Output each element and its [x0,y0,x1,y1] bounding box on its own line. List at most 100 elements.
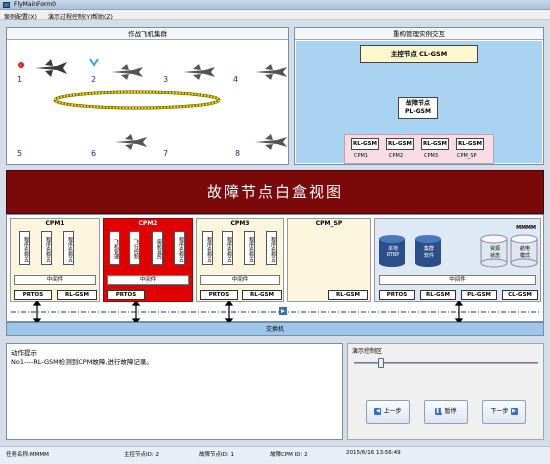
pl-gsm-box: PL-GSM [461,290,497,300]
jet-icon [115,134,147,150]
formation-canvas: ! [18,58,287,150]
db-label: 本地 RTBP [386,246,400,258]
cpm2-node: CPM2 飞机管理 飞行控制 座舱显控 程序名称五 中间件 PRTOS [103,218,193,302]
plane-number: 1 [17,75,23,84]
menu-help[interactable]: 帮助(Z) [92,12,113,21]
status-fault-cpm: 故障CPM ID: 2 [270,452,308,458]
status-master: 主控节点ID: 2 [124,452,159,458]
plane-number: 3 [163,75,169,84]
middleware-box: 中间件 [379,275,536,285]
prtos-box: PRTOS [14,290,52,300]
middleware-box: 中间件 [14,275,96,285]
fault-node-label: 故障节点 [405,100,430,107]
next-step-label: 下一步 [490,408,509,415]
prtos-box: PRTOS [379,290,415,300]
pause-button[interactable]: ❚❚暂停 [424,400,468,424]
app-box: 程序名称五 [222,231,233,265]
app-box: 程序名称五 [244,231,255,265]
fault-node-id: PL-GSM [405,108,431,115]
rl-gsm-box: RL-GSM [456,138,484,150]
db-label: 资源 状态 [489,246,500,259]
network-links [11,301,541,323]
reconfig-area: 主控节点 CL-GSM 故障节点 PL-GSM RL-GSM RL-GSM RL… [296,41,542,164]
master-cpm-node: MMMM 本地 RTBP 集群 软件 资源 状态 航电 模式 中间件 PRTOS… [374,218,541,302]
rl-gsm-box: RL-GSM [421,138,449,150]
rl-gsm-box: RL-GSM [420,290,456,300]
cpm-label: CPM3 [424,153,439,159]
cpm-label: CPM2 [389,153,404,159]
plane-number: 7 [163,149,169,158]
jet-icon [35,59,67,77]
status-task: 任务名称:MMMM [6,452,49,458]
whitebox-banner: 故障节点白盒视图 [6,170,544,214]
app-box: 飞行控制 [129,231,140,265]
app-box: 飞机管理 [109,231,120,265]
rl-gsm-box: RL-GSM [57,290,97,300]
middleware-box: 中间件 [107,275,189,285]
status-fault-node: 故障节点ID: 1 [199,452,234,458]
cpm1-node: CPM1 程序名称五 程序名称五 程序名称五 中间件 PRTOS RL-GSM [10,218,100,302]
app-box: 程序名称五 [41,231,52,265]
prev-step-button[interactable]: ◀ 上一步 [366,400,410,424]
rl-gsm-box: RL-GSM [386,138,414,150]
fault-node-box: 故障节点 PL-GSM [398,97,438,119]
db-label: 航电 模式 [519,246,530,259]
prtos-box: PRTOS [200,290,238,300]
rl-gsm-box: RL-GSM [328,290,368,300]
cpm-label: CPM_SP [457,153,477,159]
reconfig-panel: 重构管理实例交互 主控节点 CL-GSM 故障节点 PL-GSM RL-GSM … [294,27,544,165]
cpm3-title: CPM3 [230,220,250,227]
prev-icon: ◀ [374,408,382,415]
cpm-label: CPM1 [354,153,369,159]
cpm2-title: CPM2 [138,220,158,227]
app-box: 程序名称五 [174,231,185,265]
cpm3-node: CPM3 程序名称五 程序名称五 程序名称五 程序名称五 中间件 PRTOS R… [196,218,284,302]
app-box: 程序名称五 [63,231,74,265]
prev-step-label: 上一步 [383,408,402,415]
jet-icon [255,64,287,80]
next-icon: ▶ [510,408,518,415]
db-label: 集群 软件 [423,246,434,259]
pause-icon: ❚❚ [435,408,444,415]
menu-case-config[interactable]: 案例配置(X) [4,12,37,21]
middleware-box: 中间件 [200,275,280,285]
app-box: 座舱显控 [152,231,163,265]
cpm-sp-title: CPM_SP [315,220,343,227]
cl-gsm-box: CL-GSM [502,290,538,300]
next-step-button[interactable]: 下一步 ▶ [482,400,526,424]
jet-icon [183,64,215,80]
title-bar: FlyMainForm0 [0,0,550,10]
master-cpm-tag: MMMM [516,225,536,231]
app-box: 程序名称五 [202,231,213,265]
plane-number: 2 [91,75,97,84]
pause-label: 暂停 [444,408,457,415]
whitebox-view: CPM1 程序名称五 程序名称五 程序名称五 中间件 PRTOS RL-GSM … [6,214,544,323]
speed-slider-thumb[interactable] [378,358,384,368]
rl-gsm-box: RL-GSM [242,290,282,300]
rl-gsm-box: RL-GSM [351,138,379,150]
control-panel: 演示控制区 ◀ 上一步 ❚❚暂停 下一步 ▶ [347,343,544,440]
svg-text:!: ! [20,63,22,68]
formation-panel: 作战飞机集群 ! 1 2 3 4 5 6 7 8 [6,27,289,165]
switch-bus: 交换机 [6,322,544,336]
prtos-box: PRTOS [107,290,145,300]
app-box: 程序名称五 [19,231,30,265]
menu-process-control[interactable]: 演示过程控制(Y) [48,12,92,21]
control-title: 演示控制区 [352,348,383,355]
app-icon [3,2,10,8]
status-time: 2015/6/16 13:56:49 [346,450,401,456]
plane-number: 5 [17,149,23,158]
plane-number: 6 [91,149,97,158]
window-title: FlyMainForm0 [14,1,56,8]
down-arrow-icon [89,58,99,67]
plane-number: 4 [233,75,239,84]
action-panel: 动作提示 No1----RL-GSM检测到CPM故障,进行故障记录。 [6,343,343,440]
jet-icon [255,134,287,150]
cpm1-title: CPM1 [45,220,65,227]
cpm-sp-node: CPM_SP RL-GSM [287,218,371,302]
reconfig-title: 重构管理实例交互 [295,28,543,40]
plane-number: 8 [235,149,241,158]
status-bar: 任务名称:MMMM 主控节点ID: 2 故障节点ID: 1 故障CPM ID: … [0,446,550,464]
master-node-box: 主控节点 CL-GSM [360,45,478,63]
action-text: No1----RL-GSM检测到CPM故障,进行故障记录。 [11,358,153,366]
